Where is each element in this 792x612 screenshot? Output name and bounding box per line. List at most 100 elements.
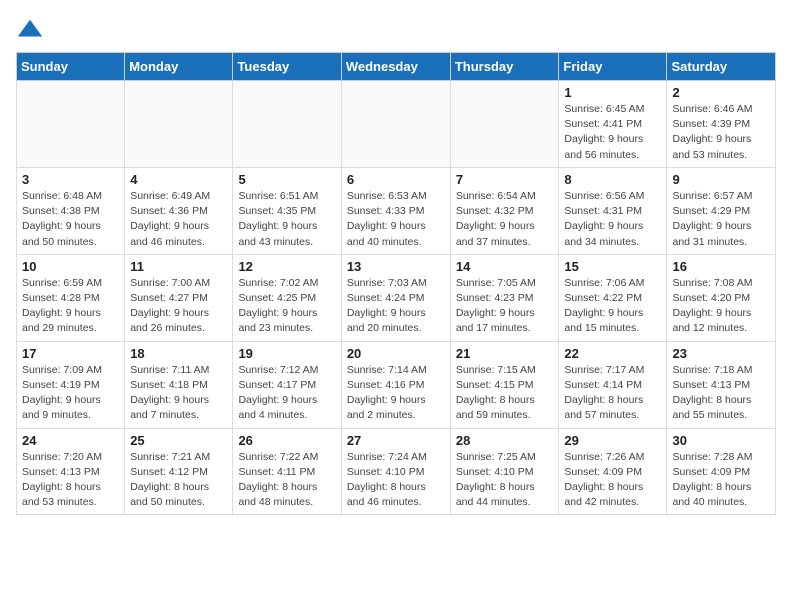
calendar-cell: 14 Sunrise: 7:05 AM Sunset: 4:23 PM Dayli… [450, 254, 559, 341]
day-of-week-tuesday: Tuesday [233, 53, 341, 81]
calendar-cell [450, 81, 559, 168]
day-of-week-sunday: Sunday [17, 53, 125, 81]
day-info: Sunrise: 7:05 AM Sunset: 4:23 PM Dayligh… [456, 276, 554, 337]
day-number: 9 [672, 172, 770, 187]
day-number: 1 [564, 85, 661, 100]
calendar-cell [125, 81, 233, 168]
calendar-cell [233, 81, 341, 168]
day-number: 29 [564, 433, 661, 448]
day-info: Sunrise: 6:51 AM Sunset: 4:35 PM Dayligh… [238, 189, 335, 250]
day-number: 30 [672, 433, 770, 448]
day-number: 15 [564, 259, 661, 274]
calendar-table: SundayMondayTuesdayWednesdayThursdayFrid… [16, 52, 776, 515]
calendar-cell: 25 Sunrise: 7:21 AM Sunset: 4:12 PM Dayli… [125, 428, 233, 515]
calendar-cell: 24 Sunrise: 7:20 AM Sunset: 4:13 PM Dayli… [17, 428, 125, 515]
day-number: 27 [347, 433, 445, 448]
calendar-cell [341, 81, 450, 168]
day-info: Sunrise: 7:22 AM Sunset: 4:11 PM Dayligh… [238, 450, 335, 511]
calendar-cell: 3 Sunrise: 6:48 AM Sunset: 4:38 PM Daylig… [17, 167, 125, 254]
day-number: 12 [238, 259, 335, 274]
day-info: Sunrise: 6:54 AM Sunset: 4:32 PM Dayligh… [456, 189, 554, 250]
day-info: Sunrise: 7:00 AM Sunset: 4:27 PM Dayligh… [130, 276, 227, 337]
day-number: 11 [130, 259, 227, 274]
calendar-cell: 20Sunrise: 7:14 AM Sunset: 4:16 PM Dayli… [341, 341, 450, 428]
calendar-cell: 6Sunrise: 6:53 AM Sunset: 4:33 PM Daylig… [341, 167, 450, 254]
day-info: Sunrise: 7:26 AM Sunset: 4:09 PM Dayligh… [564, 450, 661, 511]
calendar-cell: 30 Sunrise: 7:28 AM Sunset: 4:09 PM Dayli… [667, 428, 776, 515]
day-info: Sunrise: 7:18 AM Sunset: 4:13 PM Dayligh… [672, 363, 770, 424]
day-number: 13 [347, 259, 445, 274]
day-number: 5 [238, 172, 335, 187]
day-info: Sunrise: 7:08 AM Sunset: 4:20 PM Dayligh… [672, 276, 770, 337]
day-info: Sunrise: 7:09 AM Sunset: 4:19 PM Dayligh… [22, 363, 119, 424]
day-info: Sunrise: 7:21 AM Sunset: 4:12 PM Dayligh… [130, 450, 227, 511]
day-number: 19 [238, 346, 335, 361]
day-number: 14 [456, 259, 554, 274]
calendar-cell: 23 Sunrise: 7:18 AM Sunset: 4:13 PM Dayli… [667, 341, 776, 428]
day-of-week-saturday: Saturday [667, 53, 776, 81]
day-number: 10 [22, 259, 119, 274]
day-info: Sunrise: 7:11 AM Sunset: 4:18 PM Dayligh… [130, 363, 227, 424]
calendar-cell [17, 81, 125, 168]
day-number: 28 [456, 433, 554, 448]
calendar-cell: 8 Sunrise: 6:56 AM Sunset: 4:31 PM Daylig… [559, 167, 667, 254]
day-number: 22 [564, 346, 661, 361]
day-info: Sunrise: 7:20 AM Sunset: 4:13 PM Dayligh… [22, 450, 119, 511]
day-number: 26 [238, 433, 335, 448]
day-number: 25 [130, 433, 227, 448]
calendar-cell: 28 Sunrise: 7:25 AM Sunset: 4:10 PM Dayli… [450, 428, 559, 515]
calendar-cell: 27 Sunrise: 7:24 AM Sunset: 4:10 PM Dayli… [341, 428, 450, 515]
day-info: Sunrise: 6:48 AM Sunset: 4:38 PM Dayligh… [22, 189, 119, 250]
calendar-cell: 4 Sunrise: 6:49 AM Sunset: 4:36 PM Daylig… [125, 167, 233, 254]
day-info: Sunrise: 7:02 AM Sunset: 4:25 PM Dayligh… [238, 276, 335, 337]
day-number: 16 [672, 259, 770, 274]
calendar-cell: 21 Sunrise: 7:15 AM Sunset: 4:15 PM Dayli… [450, 341, 559, 428]
day-info: Sunrise: 6:56 AM Sunset: 4:31 PM Dayligh… [564, 189, 661, 250]
day-number: 4 [130, 172, 227, 187]
calendar-cell: 16 Sunrise: 7:08 AM Sunset: 4:20 PM Dayli… [667, 254, 776, 341]
day-of-week-wednesday: Wednesday [341, 53, 450, 81]
day-number: 6 [347, 172, 445, 187]
day-of-week-monday: Monday [125, 53, 233, 81]
calendar-cell: 9 Sunrise: 6:57 AM Sunset: 4:29 PM Daylig… [667, 167, 776, 254]
day-number: 7 [456, 172, 554, 187]
day-info: Sunrise: 6:49 AM Sunset: 4:36 PM Dayligh… [130, 189, 227, 250]
day-number: 8 [564, 172, 661, 187]
calendar-cell: 15Sunrise: 7:06 AM Sunset: 4:22 PM Dayli… [559, 254, 667, 341]
calendar-cell: 1 Sunrise: 6:45 AM Sunset: 4:41 PM Daylig… [559, 81, 667, 168]
day-number: 21 [456, 346, 554, 361]
calendar-cell: 22 Sunrise: 7:17 AM Sunset: 4:14 PM Dayli… [559, 341, 667, 428]
day-of-week-thursday: Thursday [450, 53, 559, 81]
day-number: 23 [672, 346, 770, 361]
day-info: Sunrise: 7:12 AM Sunset: 4:17 PM Dayligh… [238, 363, 335, 424]
day-number: 18 [130, 346, 227, 361]
calendar-cell: 17 Sunrise: 7:09 AM Sunset: 4:19 PM Dayli… [17, 341, 125, 428]
calendar-cell: 11 Sunrise: 7:00 AM Sunset: 4:27 PM Dayli… [125, 254, 233, 341]
logo-icon [16, 16, 44, 44]
day-info: Sunrise: 7:25 AM Sunset: 4:10 PM Dayligh… [456, 450, 554, 511]
calendar-cell: 18 Sunrise: 7:11 AM Sunset: 4:18 PM Dayli… [125, 341, 233, 428]
day-number: 17 [22, 346, 119, 361]
calendar-cell: 7 Sunrise: 6:54 AM Sunset: 4:32 PM Daylig… [450, 167, 559, 254]
calendar-cell: 13 Sunrise: 7:03 AM Sunset: 4:24 PM Dayli… [341, 254, 450, 341]
calendar-cell: 12 Sunrise: 7:02 AM Sunset: 4:25 PM Dayli… [233, 254, 341, 341]
calendar-cell: 19 Sunrise: 7:12 AM Sunset: 4:17 PM Dayli… [233, 341, 341, 428]
day-info: Sunrise: 7:17 AM Sunset: 4:14 PM Dayligh… [564, 363, 661, 424]
day-info: Sunrise: 6:59 AM Sunset: 4:28 PM Dayligh… [22, 276, 119, 337]
calendar-cell: 26 Sunrise: 7:22 AM Sunset: 4:11 PM Dayli… [233, 428, 341, 515]
day-info: Sunrise: 7:03 AM Sunset: 4:24 PM Dayligh… [347, 276, 445, 337]
day-of-week-friday: Friday [559, 53, 667, 81]
day-info: Sunrise: 6:57 AM Sunset: 4:29 PM Dayligh… [672, 189, 770, 250]
day-number: 3 [22, 172, 119, 187]
day-number: 24 [22, 433, 119, 448]
day-number: 2 [672, 85, 770, 100]
day-info: Sunrise: 7:14 AM Sunset: 4:16 PM Dayligh… [347, 363, 445, 424]
calendar-cell: 29 Sunrise: 7:26 AM Sunset: 4:09 PM Dayli… [559, 428, 667, 515]
logo [16, 16, 46, 44]
day-info: Sunrise: 7:15 AM Sunset: 4:15 PM Dayligh… [456, 363, 554, 424]
calendar-cell: 2Sunrise: 6:46 AM Sunset: 4:39 PM Daylig… [667, 81, 776, 168]
day-info: Sunrise: 7:24 AM Sunset: 4:10 PM Dayligh… [347, 450, 445, 511]
day-info: Sunrise: 7:28 AM Sunset: 4:09 PM Dayligh… [672, 450, 770, 511]
day-info: Sunrise: 6:45 AM Sunset: 4:41 PM Dayligh… [564, 102, 661, 163]
calendar-cell: 5 Sunrise: 6:51 AM Sunset: 4:35 PM Daylig… [233, 167, 341, 254]
